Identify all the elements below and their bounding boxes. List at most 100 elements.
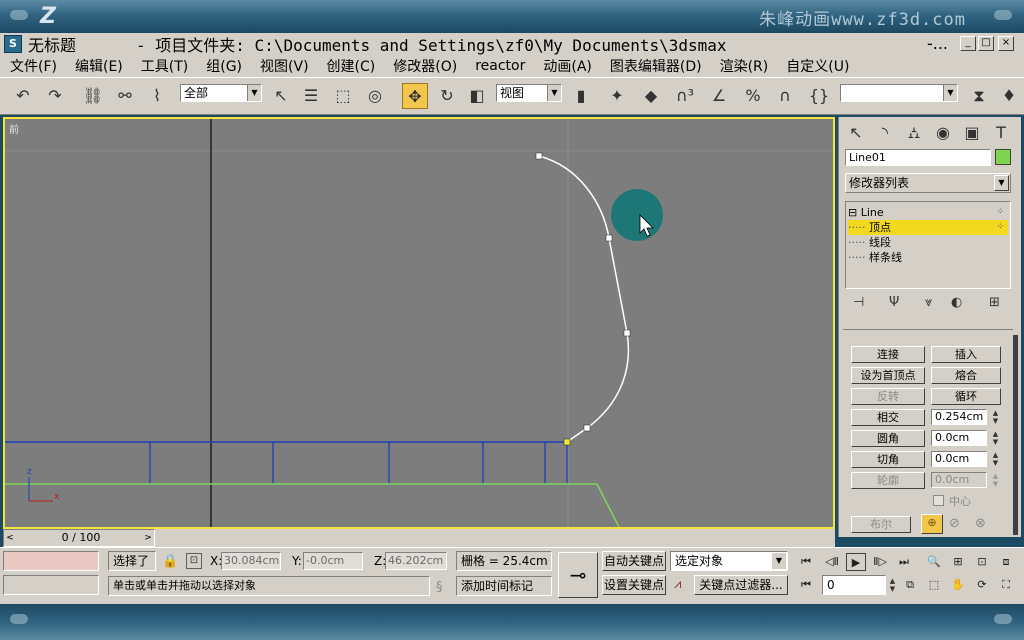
chamfer-value[interactable]: 0.0cm bbox=[931, 451, 987, 467]
modifier-list-dropdown[interactable]: 修改器列表 ▼ bbox=[845, 173, 1011, 193]
menu-modifiers[interactable]: 修改器(O) bbox=[393, 56, 457, 76]
reverse-button[interactable]: 反转 bbox=[851, 388, 925, 405]
pivot-center-icon[interactable]: ▮ bbox=[568, 83, 594, 109]
menu-edit[interactable]: 编辑(E) bbox=[75, 56, 123, 76]
menu-customize[interactable]: 自定义(U) bbox=[786, 56, 849, 76]
boolean-subtract-icon[interactable]: ⊘ bbox=[949, 516, 960, 531]
fuse-button[interactable]: 熔合 bbox=[931, 367, 1001, 384]
script-icon[interactable]: § bbox=[436, 580, 443, 595]
make-unique-icon[interactable]: ⩔ bbox=[925, 295, 932, 310]
next-frame-arrow-icon[interactable]: > bbox=[142, 530, 154, 546]
window-crossing-icon[interactable]: ◎ bbox=[362, 83, 388, 109]
play-icon[interactable]: ▶ bbox=[846, 553, 866, 571]
go-to-start-icon[interactable]: ⏮ bbox=[796, 553, 816, 571]
make-first-button[interactable]: 设为首顶点 bbox=[851, 367, 925, 384]
spline-vertex[interactable] bbox=[605, 234, 613, 242]
spline-vertex[interactable] bbox=[535, 152, 543, 160]
boolean-button[interactable]: 布尔 bbox=[851, 516, 911, 533]
front-viewport[interactable]: 前 z x bbox=[3, 117, 835, 529]
region-zoom-icon[interactable]: ⬚ bbox=[924, 576, 944, 594]
zoom-icon[interactable]: 🔍 bbox=[924, 553, 944, 571]
cross-insert-value[interactable]: 0.254cm bbox=[931, 409, 987, 425]
add-time-tag[interactable]: 添加时间标记 bbox=[456, 576, 552, 596]
edit-named-selection-icon[interactable]: {} bbox=[806, 83, 832, 109]
center-checkbox[interactable] bbox=[933, 495, 944, 506]
keyboard-shortcut-override-icon[interactable]: ◆ bbox=[638, 83, 664, 109]
spinner-arrows-icon[interactable]: ▲ ▼ bbox=[991, 430, 1000, 446]
outline-value[interactable]: 0.0cm bbox=[931, 472, 987, 488]
percent-snap-icon[interactable]: % bbox=[740, 83, 766, 109]
collapse-icon[interactable]: ⊟ bbox=[848, 206, 857, 219]
menu-create[interactable]: 创建(C) bbox=[327, 56, 376, 76]
menu-animation[interactable]: 动画(A) bbox=[543, 56, 592, 76]
time-slider[interactable]: < 0 / 100 > bbox=[3, 529, 155, 547]
snap-3d-icon[interactable]: ∩³ bbox=[672, 83, 698, 109]
zoom-extents-icon[interactable]: ⊡ bbox=[972, 553, 992, 571]
key-mode-toggle-icon[interactable]: ⏮ bbox=[796, 576, 816, 594]
arc-rotate-icon[interactable]: ⟳ bbox=[972, 576, 992, 594]
rect-region-icon[interactable]: ⬚ bbox=[330, 83, 356, 109]
menu-group[interactable]: 组(G) bbox=[206, 56, 242, 76]
menu-views[interactable]: 视图(V) bbox=[260, 56, 309, 76]
link-icon[interactable]: ⛓ bbox=[80, 83, 106, 109]
cross-insert-button[interactable]: 相交 bbox=[851, 409, 925, 426]
menu-file[interactable]: 文件(F) bbox=[10, 56, 57, 76]
auto-key-button[interactable]: 自动关键点 bbox=[602, 551, 666, 571]
panel-scrollbar[interactable] bbox=[1013, 335, 1018, 535]
spinner-arrows-icon[interactable]: ▲ ▼ bbox=[991, 409, 1000, 425]
ref-coord-dropdown[interactable]: 视图 ▼ bbox=[496, 84, 562, 102]
insert-button[interactable]: 插入 bbox=[931, 346, 1001, 363]
spinner-arrows-icon[interactable]: ▲ ▼ bbox=[888, 577, 897, 593]
zoom-all-icon[interactable]: ⊞ bbox=[948, 553, 968, 571]
display-tab-icon[interactable]: ▣ bbox=[959, 121, 985, 145]
outline-button[interactable]: 轮廓 bbox=[851, 472, 925, 489]
next-frame-icon[interactable]: Ⅱ▷ bbox=[870, 553, 890, 571]
close-button[interactable]: × bbox=[998, 36, 1014, 51]
remove-modifier-icon[interactable]: ◐ bbox=[951, 295, 962, 310]
connect-button[interactable]: 连接 bbox=[851, 346, 925, 363]
set-key-button[interactable]: 设置关键点 bbox=[602, 575, 666, 595]
move-icon[interactable]: ✥ bbox=[402, 83, 428, 109]
key-filters-button[interactable]: 关键点过滤器... bbox=[694, 575, 788, 595]
go-to-end-icon[interactable]: ⏭ bbox=[894, 553, 914, 571]
undo-icon[interactable]: ↶ bbox=[10, 83, 36, 109]
absolute-mode-icon[interactable]: ⊡ bbox=[186, 553, 202, 569]
zoom-extents-all-icon[interactable]: ⧈ bbox=[996, 553, 1016, 571]
selection-filter-dropdown[interactable]: 全部 ▼ bbox=[180, 84, 262, 102]
chamfer-button[interactable]: 切角 bbox=[851, 451, 925, 468]
line01-spline[interactable] bbox=[538, 155, 630, 443]
previous-frame-icon[interactable]: ◁Ⅱ bbox=[822, 553, 842, 571]
select-object-icon[interactable]: ↖ bbox=[268, 83, 294, 109]
object-name-field[interactable]: Line01 bbox=[845, 149, 991, 166]
stack-item-spline[interactable]: ····· 样条线 bbox=[848, 250, 1008, 265]
configure-sets-icon[interactable]: ⊞ bbox=[989, 295, 1000, 310]
spline-first-vertex[interactable] bbox=[563, 438, 571, 446]
set-key-icon[interactable]: ⊸ bbox=[558, 552, 598, 598]
maxscript-output-field[interactable] bbox=[3, 575, 99, 595]
minimize-button[interactable]: _ bbox=[960, 36, 976, 51]
stack-item-line[interactable]: ⊟ Line ⁘ bbox=[848, 205, 1008, 220]
lock-icon[interactable]: 🔒 bbox=[162, 554, 178, 569]
hierarchy-tab-icon[interactable]: ⛼ bbox=[901, 121, 927, 145]
stack-item-segment[interactable]: ····· 线段 bbox=[848, 235, 1008, 250]
mirror-icon[interactable]: ⧗ bbox=[966, 83, 992, 109]
scale-icon[interactable]: ◧ bbox=[464, 83, 490, 109]
create-tab-icon[interactable]: ↖ bbox=[843, 121, 869, 145]
motion-tab-icon[interactable]: ◉ bbox=[930, 121, 956, 145]
spinner-arrows-icon[interactable]: ▲ ▼ bbox=[991, 451, 1000, 467]
boolean-union-icon[interactable]: ⊕ bbox=[921, 514, 943, 534]
show-end-result-icon[interactable]: Ψ bbox=[889, 295, 899, 310]
spline-vertex[interactable] bbox=[583, 424, 591, 432]
select-manipulate-icon[interactable]: ✦ bbox=[604, 83, 630, 109]
spinner-snap-icon[interactable]: ∩ bbox=[772, 83, 798, 109]
current-frame-field[interactable]: 0 bbox=[822, 575, 886, 595]
angle-snap-icon[interactable]: ∠ bbox=[706, 83, 732, 109]
spline-vertex[interactable] bbox=[623, 329, 631, 337]
spinner-arrows-icon[interactable]: ▲ ▼ bbox=[991, 472, 1000, 488]
menu-graph-editors[interactable]: 图表编辑器(D) bbox=[610, 56, 702, 76]
key-mode-dropdown[interactable]: 选定对象 ▼ bbox=[670, 551, 788, 571]
fillet-value[interactable]: 0.0cm bbox=[931, 430, 987, 446]
modify-tab-icon[interactable]: ◝ bbox=[872, 121, 898, 145]
align-icon[interactable]: ♦ bbox=[996, 83, 1022, 109]
named-selection-dropdown[interactable]: ▼ bbox=[840, 84, 958, 102]
